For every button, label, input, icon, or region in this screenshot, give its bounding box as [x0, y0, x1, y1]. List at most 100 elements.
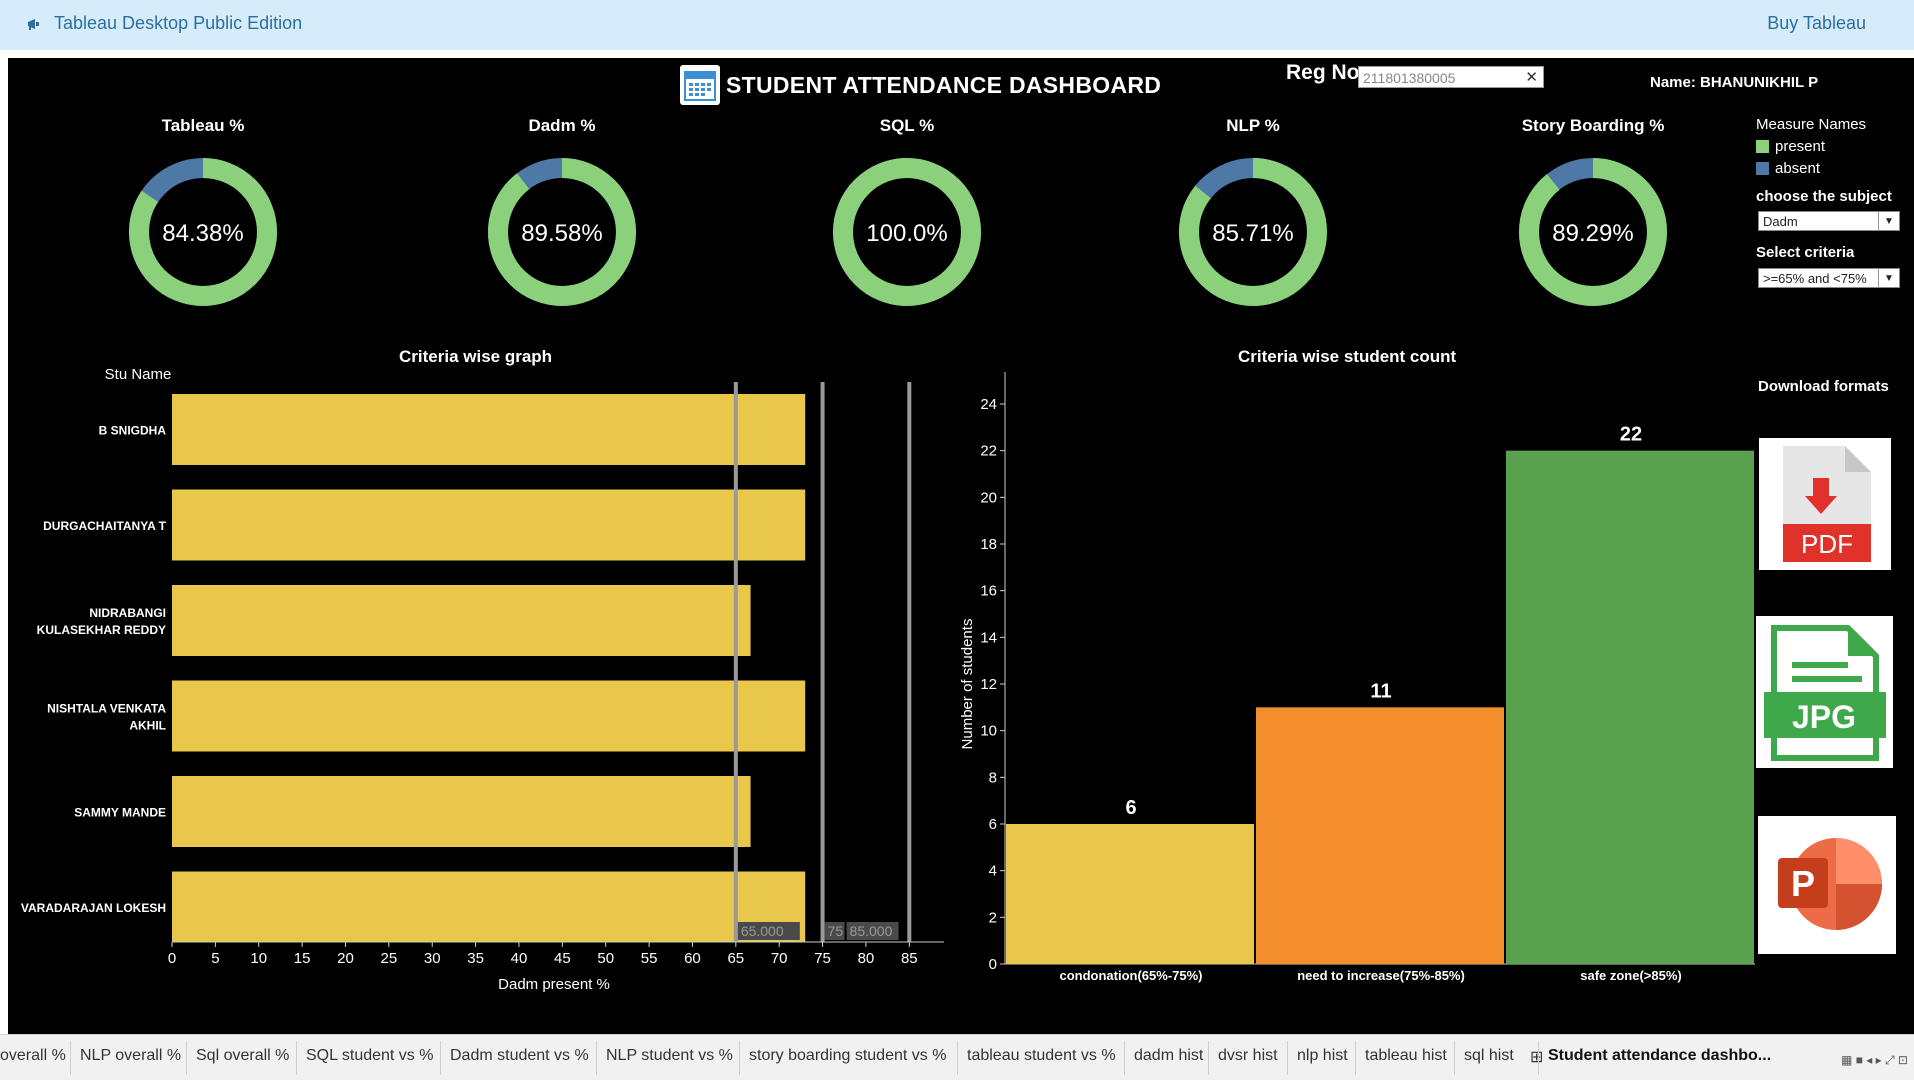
sheet-tab[interactable]: tableau student vs %: [967, 1047, 1116, 1065]
chevron-down-icon[interactable]: ▼: [1878, 212, 1899, 230]
donut-2: SQL % 100.0%: [787, 116, 1027, 312]
y-axis-label: Number of students: [959, 619, 976, 750]
donut-title: SQL %: [879, 116, 935, 135]
reg-no-input[interactable]: 211801380005 ✕: [1358, 66, 1544, 88]
reference-label: 75: [828, 923, 844, 939]
sheet-tab[interactable]: NLP student vs %: [606, 1047, 733, 1065]
donut-3: NLP % 85.71%: [1133, 116, 1373, 312]
x-tick-label: 10: [250, 950, 267, 967]
bar[interactable]: [172, 680, 806, 752]
x-tick-label: 55: [641, 950, 658, 967]
bar[interactable]: [172, 394, 806, 465]
jpg-icon: JPG: [1764, 625, 1886, 761]
sheet-tab[interactable]: tableau hist: [1365, 1047, 1447, 1065]
legend-item-absent[interactable]: absent: [1756, 160, 1866, 177]
measure-legend: Measure Names present absent: [1756, 116, 1866, 177]
legend-item-present[interactable]: present: [1756, 138, 1866, 155]
category-label: VARADARAJAN LOKESH: [21, 901, 166, 915]
x-tick-label: 30: [424, 950, 441, 967]
view-controls[interactable]: ▦ ■ ◂ ▸ ⤢ ⊡: [1841, 1053, 1908, 1068]
category-label: DURGACHAITANYA T: [43, 519, 167, 533]
y-tick-label: 4: [989, 863, 997, 880]
sheet-tab[interactable]: nlp hist: [1297, 1047, 1348, 1065]
svg-text:P: P: [1791, 863, 1815, 904]
category-label: AKHIL: [129, 719, 166, 733]
category-label: need to increase(75%-85%): [1297, 968, 1465, 983]
sheet-tab[interactable]: overall %: [0, 1047, 66, 1065]
sheet-tab[interactable]: story boarding student vs %: [749, 1047, 946, 1065]
bar[interactable]: [172, 871, 806, 943]
y-tick-label: 14: [980, 629, 997, 646]
donut-value: 89.58%: [521, 220, 602, 247]
bar[interactable]: [172, 489, 806, 561]
criteria-dropdown[interactable]: >=65% and <75% ▼: [1758, 268, 1900, 288]
tab-divider: [1287, 1041, 1288, 1075]
data-label: 6: [1125, 797, 1136, 819]
tab-divider: [1124, 1041, 1125, 1075]
donut-4: Story Boarding % 89.29%: [1473, 116, 1713, 312]
category-label: safe zone(>85%): [1580, 968, 1682, 983]
y-tick-label: 24: [980, 396, 997, 413]
subject-value: Dadm: [1763, 214, 1798, 229]
sheet-tab[interactable]: Student attendance dashbo...: [1548, 1047, 1771, 1065]
reference-label: 65.000: [741, 923, 784, 939]
sheet-tab[interactable]: dvsr hist: [1218, 1047, 1278, 1065]
x-tick-label: 60: [684, 950, 701, 967]
x-tick-label: 65: [727, 950, 744, 967]
x-tick-label: 80: [858, 950, 875, 967]
x-tick-label: 5: [211, 950, 219, 967]
pdf-icon: PDF: [1783, 446, 1871, 562]
tab-divider: [1355, 1041, 1356, 1075]
bar[interactable]: [172, 585, 751, 656]
y-tick-label: 16: [980, 583, 997, 600]
x-tick-label: 0: [168, 950, 176, 967]
tab-divider: [440, 1041, 441, 1075]
x-tick-label: 45: [554, 950, 571, 967]
donut-value: 85.71%: [1212, 220, 1293, 247]
sheet-tab[interactable]: SQL student vs %: [306, 1047, 433, 1065]
category-label: B SNIGDHA: [99, 424, 167, 438]
sheet-tab[interactable]: Dadm student vs %: [450, 1047, 589, 1065]
student-name: Name: BHANUNIKHIL P: [1650, 74, 1819, 91]
sheet-tab[interactable]: sql hist: [1464, 1047, 1514, 1065]
donut-value: 84.38%: [162, 220, 243, 247]
pdf-download-button[interactable]: PDF: [1759, 438, 1891, 570]
subject-label: choose the subject: [1756, 188, 1892, 205]
donut-0: Tableau % 84.38%: [83, 116, 323, 312]
category-label: NIDRABANGI: [89, 606, 166, 620]
bar[interactable]: [1506, 450, 1754, 965]
sheet-tab-bar: ▦ ■ ◂ ▸ ⤢ ⊡ overall % NLP overall % Sql ov…: [0, 1034, 1914, 1080]
category-label: SAMMY MANDE: [74, 806, 166, 820]
criteria-wise-student-count-chart: 024681012141618202224Number of students6…: [959, 372, 1755, 983]
subject-dropdown[interactable]: Dadm ▼: [1758, 211, 1900, 231]
chevron-down-icon[interactable]: ▼: [1878, 269, 1899, 287]
donut-chart: 85.71%: [1179, 158, 1327, 306]
x-axis-label: Dadm present %: [498, 976, 610, 993]
data-label: 22: [1620, 424, 1642, 446]
tab-divider: [296, 1041, 297, 1075]
app-title: Tableau Desktop Public Edition: [54, 13, 303, 33]
y-tick-label: 8: [989, 769, 997, 786]
bar[interactable]: [1006, 824, 1254, 964]
sheet-tab[interactable]: dadm hist: [1134, 1047, 1203, 1065]
ppt-download-button[interactable]: P: [1758, 816, 1896, 954]
x-tick-label: 40: [511, 950, 528, 967]
reference-label: 85.000: [850, 923, 893, 939]
donut-title: Story Boarding %: [1521, 116, 1665, 135]
sheet-tab[interactable]: Sql overall %: [196, 1047, 289, 1065]
donut-value: 89.29%: [1552, 220, 1633, 247]
clear-icon[interactable]: ✕: [1525, 67, 1538, 89]
donut-chart: 100.0%: [833, 158, 981, 306]
buy-tableau-link[interactable]: Buy Tableau: [1767, 13, 1866, 34]
calendar-icon: [680, 65, 720, 105]
donut-title: NLP %: [1226, 116, 1280, 135]
y-tick-label: 2: [989, 909, 997, 926]
donut-1: Dadm % 89.58%: [442, 116, 682, 312]
sheet-tab[interactable]: NLP overall %: [80, 1047, 181, 1065]
present-swatch: [1756, 140, 1769, 153]
bar[interactable]: [172, 776, 751, 847]
jpg-download-button[interactable]: JPG: [1756, 616, 1893, 768]
x-tick-label: 20: [337, 950, 354, 967]
bar[interactable]: [1256, 707, 1504, 964]
donut-chart: 89.58%: [488, 158, 636, 306]
